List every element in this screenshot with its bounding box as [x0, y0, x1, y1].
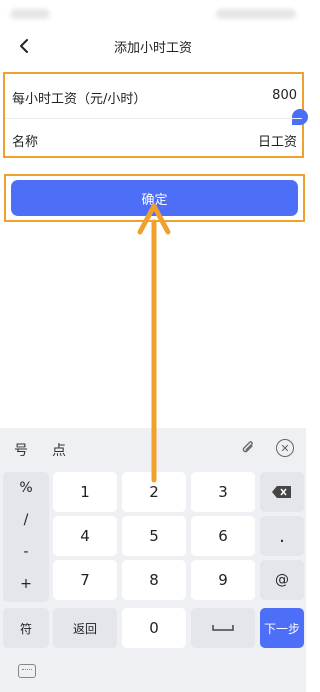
hourly-wage-input[interactable]: 800	[272, 88, 297, 103]
key-6[interactable]: 6	[191, 516, 255, 556]
key-1[interactable]: 1	[53, 472, 117, 512]
back-key[interactable]: 返回	[53, 608, 117, 648]
status-icons-blur	[216, 9, 296, 19]
key-at[interactable]: @	[260, 560, 304, 600]
key-slash[interactable]: /	[3, 508, 49, 532]
confirm-button[interactable]: 确定	[11, 180, 298, 216]
key-plus[interactable]: +	[3, 572, 49, 596]
key-2[interactable]: 2	[122, 472, 186, 512]
key-percent[interactable]: %	[3, 476, 49, 500]
status-bar	[0, 0, 306, 28]
space-key[interactable]	[191, 608, 255, 648]
numeric-keyboard: 号 点 ✕ % / - + 1 2 3 4 5 6 . 7 8 9 @ 符 返回…	[0, 428, 306, 692]
name-label: 名称	[12, 135, 39, 150]
keyboard-suggestion-bar: 号 点 ✕	[0, 428, 306, 466]
suggestion-item[interactable]: 号	[14, 440, 28, 460]
close-icon[interactable]: ✕	[276, 439, 294, 457]
next-key[interactable]: 下一步	[260, 608, 304, 648]
confirm-highlight: 确定	[4, 174, 305, 222]
name-row[interactable]: 名称 日工资	[5, 118, 302, 158]
key-7[interactable]: 7	[53, 560, 117, 600]
hourly-wage-label: 每小时工资（元/小时）	[12, 92, 147, 107]
paperclip-icon[interactable]	[240, 439, 258, 457]
space-icon	[212, 625, 234, 631]
key-minus[interactable]: -	[3, 540, 49, 564]
key-8[interactable]: 8	[122, 560, 186, 600]
nav-bar: 添加小时工资	[0, 28, 306, 64]
key-4[interactable]: 4	[53, 516, 117, 556]
key-5[interactable]: 5	[122, 516, 186, 556]
suggestion-item[interactable]: 点	[52, 440, 66, 460]
hourly-wage-row[interactable]: 每小时工资（元/小时） 800	[5, 76, 308, 125]
backspace-icon	[272, 486, 291, 498]
name-input[interactable]: 日工资	[258, 131, 297, 150]
key-0[interactable]: 0	[122, 608, 186, 648]
key-3[interactable]: 3	[191, 472, 255, 512]
keyboard-icon[interactable]	[18, 664, 36, 678]
wage-form: 每小时工资（元/小时） 800 名称 日工资	[3, 72, 308, 158]
key-9[interactable]: 9	[191, 560, 255, 600]
page-title: 添加小时工资	[113, 41, 192, 56]
key-dot[interactable]: .	[260, 516, 304, 556]
backspace-key[interactable]	[260, 472, 304, 512]
symbols-key[interactable]: 符	[3, 608, 49, 648]
status-time-blur	[10, 9, 50, 19]
